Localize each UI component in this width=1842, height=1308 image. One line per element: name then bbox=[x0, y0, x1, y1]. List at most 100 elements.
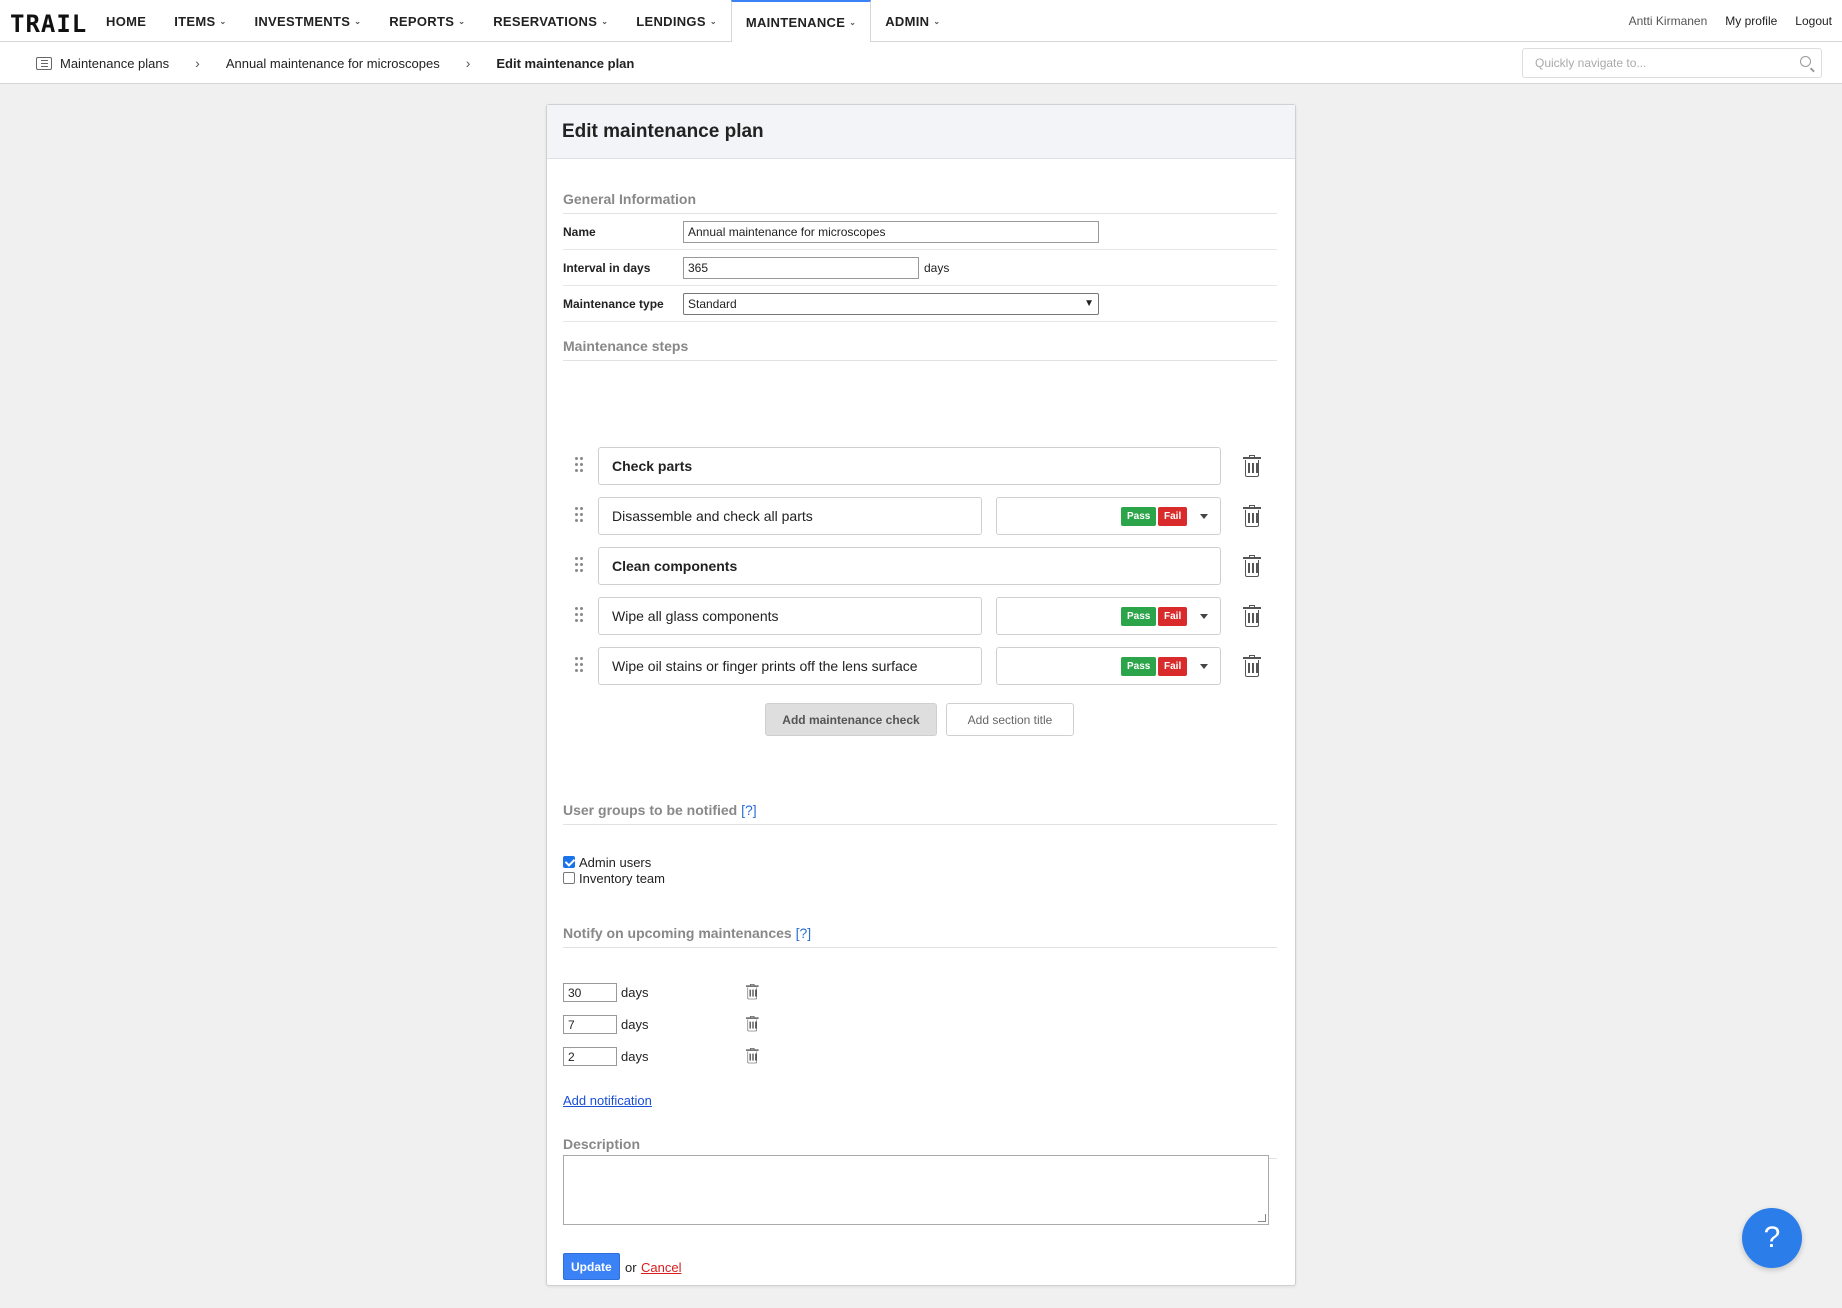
drag-handle-icon[interactable] bbox=[575, 457, 585, 473]
nav-investments[interactable]: INVESTMENTS ⌄ bbox=[240, 0, 375, 42]
nav-reservations[interactable]: RESERVATIONS ⌄ bbox=[479, 0, 622, 42]
trash-icon[interactable] bbox=[746, 1016, 759, 1032]
notify-days-input[interactable]: 7 bbox=[563, 1015, 617, 1034]
step-section-title[interactable]: Clean components bbox=[598, 547, 1221, 585]
chevron-down-icon: ⌄ bbox=[709, 16, 717, 26]
notify-title-text: Notify on upcoming maintenances bbox=[563, 925, 792, 941]
notify-days-unit: days bbox=[621, 1017, 649, 1032]
step-section-title[interactable]: Check parts bbox=[598, 447, 1221, 485]
fail-badge: Fail bbox=[1158, 657, 1188, 676]
pass-fail-select[interactable]: Pass Fail bbox=[996, 597, 1221, 635]
breadcrumb-maintenance-plans[interactable]: Maintenance plans bbox=[60, 56, 169, 71]
group-admin-users[interactable]: Admin users bbox=[563, 854, 1277, 870]
breadcrumb-current: Edit maintenance plan bbox=[496, 55, 635, 71]
quick-navigate-placeholder: Quickly navigate to... bbox=[1535, 56, 1647, 70]
chevron-down-icon: ⌄ bbox=[219, 16, 227, 26]
pass-badge: Pass bbox=[1121, 507, 1157, 526]
nav-admin[interactable]: ADMIN ⌄ bbox=[871, 0, 954, 42]
chevron-right-icon: › bbox=[195, 55, 200, 71]
update-button[interactable]: Update bbox=[563, 1253, 620, 1280]
step-check-text[interactable]: Wipe oil stains or finger prints off the… bbox=[598, 647, 982, 685]
nav-items[interactable]: ITEMS ⌄ bbox=[160, 0, 240, 42]
nav-lendings-label: LENDINGS bbox=[636, 13, 706, 29]
general-section: General Information Name Annual maintena… bbox=[563, 191, 1277, 361]
general-info-title: General Information bbox=[563, 191, 1277, 214]
notify-section: Notify on upcoming maintenances [?] bbox=[563, 925, 1277, 948]
trash-icon[interactable] bbox=[746, 1048, 759, 1064]
fail-badge: Fail bbox=[1158, 507, 1188, 526]
caret-down-icon bbox=[1200, 664, 1208, 669]
page-title: Edit maintenance plan bbox=[547, 105, 1295, 159]
checkbox[interactable] bbox=[563, 872, 575, 884]
drag-handle-icon[interactable] bbox=[575, 557, 585, 573]
name-label: Name bbox=[563, 224, 596, 239]
nav-reports-label: REPORTS bbox=[389, 13, 455, 29]
quick-navigate-input[interactable]: Quickly navigate to... bbox=[1522, 48, 1822, 78]
my-profile-link[interactable]: My profile bbox=[1725, 14, 1777, 28]
type-label: Maintenance type bbox=[563, 296, 664, 311]
group-label: Inventory team bbox=[579, 870, 665, 886]
nav-investments-label: INVESTMENTS bbox=[254, 13, 351, 29]
logout-link[interactable]: Logout bbox=[1795, 14, 1832, 28]
drag-handle-icon[interactable] bbox=[575, 657, 585, 673]
nav-home-label: HOME bbox=[106, 13, 147, 29]
chevron-down-icon: ⌄ bbox=[354, 16, 362, 26]
step-check-text[interactable]: Disassemble and check all parts bbox=[598, 497, 982, 535]
step-check-text[interactable]: Wipe all glass components bbox=[598, 597, 982, 635]
drag-handle-icon[interactable] bbox=[575, 507, 585, 523]
notify-days-unit: days bbox=[621, 1049, 649, 1064]
interval-input[interactable]: 365 bbox=[683, 256, 919, 279]
nav-reservations-label: RESERVATIONS bbox=[493, 13, 598, 29]
drag-handle-icon[interactable] bbox=[575, 607, 585, 623]
add-section-title-button[interactable]: Add section title bbox=[946, 703, 1074, 736]
group-inventory-team[interactable]: Inventory team bbox=[563, 870, 1277, 886]
breadcrumb: Maintenance plans › Annual maintenance f… bbox=[36, 42, 634, 84]
trash-icon[interactable] bbox=[1243, 455, 1261, 477]
pass-fail-select[interactable]: Pass Fail bbox=[996, 497, 1221, 535]
pass-badge: Pass bbox=[1121, 607, 1157, 626]
notify-help-link[interactable]: [?] bbox=[796, 925, 812, 941]
trail-logo[interactable]: TRAIL bbox=[10, 10, 87, 38]
maintenance-type-select[interactable]: Standard ▼ bbox=[683, 292, 1099, 315]
pass-fail-select[interactable]: Pass Fail bbox=[996, 647, 1221, 685]
interval-unit: days bbox=[924, 260, 950, 275]
cancel-link[interactable]: Cancel bbox=[641, 1260, 681, 1275]
nav-home[interactable]: HOME bbox=[92, 0, 160, 42]
trash-icon[interactable] bbox=[1243, 555, 1261, 577]
chevron-down-icon: ⌄ bbox=[849, 18, 857, 27]
caret-down-icon bbox=[1200, 514, 1208, 519]
notify-days-input[interactable]: 30 bbox=[563, 983, 617, 1002]
add-maintenance-check-button[interactable]: Add maintenance check bbox=[765, 703, 937, 736]
trash-icon[interactable] bbox=[1243, 505, 1261, 527]
nav-lendings[interactable]: LENDINGS ⌄ bbox=[622, 0, 731, 42]
maintenance-type-value: Standard bbox=[688, 296, 737, 311]
nav-reports[interactable]: REPORTS ⌄ bbox=[375, 0, 479, 42]
help-chat-button[interactable]: ? bbox=[1742, 1208, 1802, 1268]
or-text: or bbox=[625, 1260, 637, 1275]
trash-icon[interactable] bbox=[1243, 605, 1261, 627]
chevron-down-icon: ▼ bbox=[1084, 298, 1094, 309]
interval-label: Interval in days bbox=[563, 260, 651, 275]
nav-maintenance[interactable]: MAINTENANCE ⌄ bbox=[730, 0, 872, 43]
trash-icon[interactable] bbox=[746, 984, 759, 1000]
nav-maintenance-label: MAINTENANCE bbox=[745, 15, 846, 30]
name-row: Name Annual maintenance for microscopes bbox=[563, 214, 1277, 250]
main-nav: HOME ITEMS ⌄ INVESTMENTS ⌄ REPORTS ⌄ RESERV… bbox=[92, 0, 954, 43]
chevron-right-icon: › bbox=[465, 55, 471, 71]
breadcrumb-plan[interactable]: Annual maintenance for microscopes bbox=[226, 56, 440, 71]
checkbox[interactable] bbox=[563, 856, 575, 868]
nav-admin-label: ADMIN bbox=[885, 13, 930, 29]
trash-icon[interactable] bbox=[1243, 655, 1261, 677]
type-row: Maintenance type Standard ▼ bbox=[563, 286, 1277, 322]
pass-badge: Pass bbox=[1121, 657, 1157, 676]
description-textarea[interactable] bbox=[563, 1155, 1269, 1225]
top-navbar: TRAIL HOME ITEMS ⌄ INVESTMENTS ⌄ REPORTS ⌄ … bbox=[0, 0, 1842, 43]
resize-handle-icon[interactable] bbox=[1258, 1214, 1266, 1222]
user-groups-help-link[interactable]: [?] bbox=[741, 802, 757, 818]
add-notification-link[interactable]: Add notification bbox=[563, 1093, 652, 1108]
search-icon bbox=[1800, 56, 1811, 67]
chevron-down-icon: ⌄ bbox=[933, 16, 941, 26]
name-input[interactable]: Annual maintenance for microscopes bbox=[683, 220, 1099, 243]
notify-days-input[interactable]: 2 bbox=[563, 1047, 617, 1066]
user-name[interactable]: Antti Kirmanen bbox=[1629, 14, 1708, 28]
